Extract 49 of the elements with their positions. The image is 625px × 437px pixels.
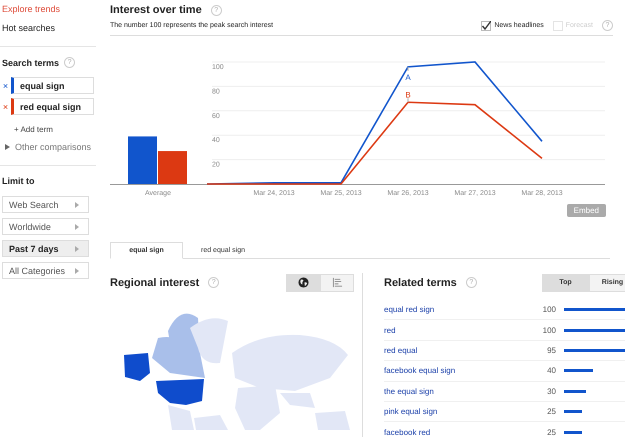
annotation: A — [405, 72, 412, 82]
chevron-icon — [75, 202, 79, 208]
section-title: Interest over time — [110, 4, 202, 16]
chevron-icon — [75, 224, 79, 230]
value-label: 100 — [542, 326, 556, 335]
value-label: 40 — [546, 366, 556, 376]
term-link[interactable]: red equal — [384, 346, 519, 355]
section-title: Related terms — [384, 276, 457, 288]
value-label: 100 — [542, 305, 556, 314]
value-label: 95 — [546, 346, 556, 355]
add-term-link[interactable]: + Add term — [14, 125, 53, 134]
section-title: Limit to — [1, 176, 36, 186]
value-bar — [564, 390, 586, 393]
list-icon — [332, 277, 342, 288]
term-link[interactable]: facebook equal sign — [384, 366, 519, 376]
checkbox[interactable] — [481, 20, 492, 30]
section-title: Search terms — [2, 58, 60, 68]
filter-dropdown[interactable]: Worldwide — [2, 218, 89, 235]
value-label: 30 — [546, 386, 556, 396]
remove-icon[interactable]: × — [0, 80, 11, 90]
value-bar — [564, 410, 582, 414]
term-link[interactable]: equal red sign — [384, 305, 519, 314]
value-label: 25 — [546, 407, 556, 416]
section-title: Regional interest — [110, 276, 200, 288]
sidebar-link[interactable]: Explore trends — [0, 3, 62, 15]
chevron-icon — [75, 246, 79, 252]
value-label: 25 — [546, 428, 556, 437]
term-link[interactable]: pink equal sign — [384, 407, 519, 416]
term-field[interactable]: equal sign — [11, 77, 94, 94]
filter-dropdown[interactable]: Web Search — [2, 196, 89, 213]
expand-icon[interactable] — [5, 144, 10, 150]
other-comparisons-link[interactable]: Other comparisons — [15, 142, 92, 152]
value-bar — [564, 348, 625, 352]
globe-button[interactable] — [286, 274, 320, 292]
value-bar — [564, 308, 625, 312]
chevron-icon — [75, 268, 79, 274]
value-bar — [564, 369, 593, 372]
filter-dropdown[interactable]: Past 7 days — [2, 240, 89, 257]
term-link[interactable]: the equal sign — [384, 386, 519, 396]
globe-icon — [298, 277, 308, 288]
term-field[interactable]: red equal sign — [11, 98, 94, 115]
term-link[interactable]: facebook red — [384, 428, 519, 437]
remove-icon[interactable]: × — [0, 102, 11, 112]
term-link[interactable]: red — [384, 326, 519, 335]
sidebar-link[interactable]: Hot searches — [0, 22, 58, 34]
annotation: B — [405, 90, 411, 100]
filter-dropdown[interactable]: All Categories — [2, 262, 89, 279]
value-bar — [564, 328, 625, 332]
value-bar — [564, 430, 582, 434]
